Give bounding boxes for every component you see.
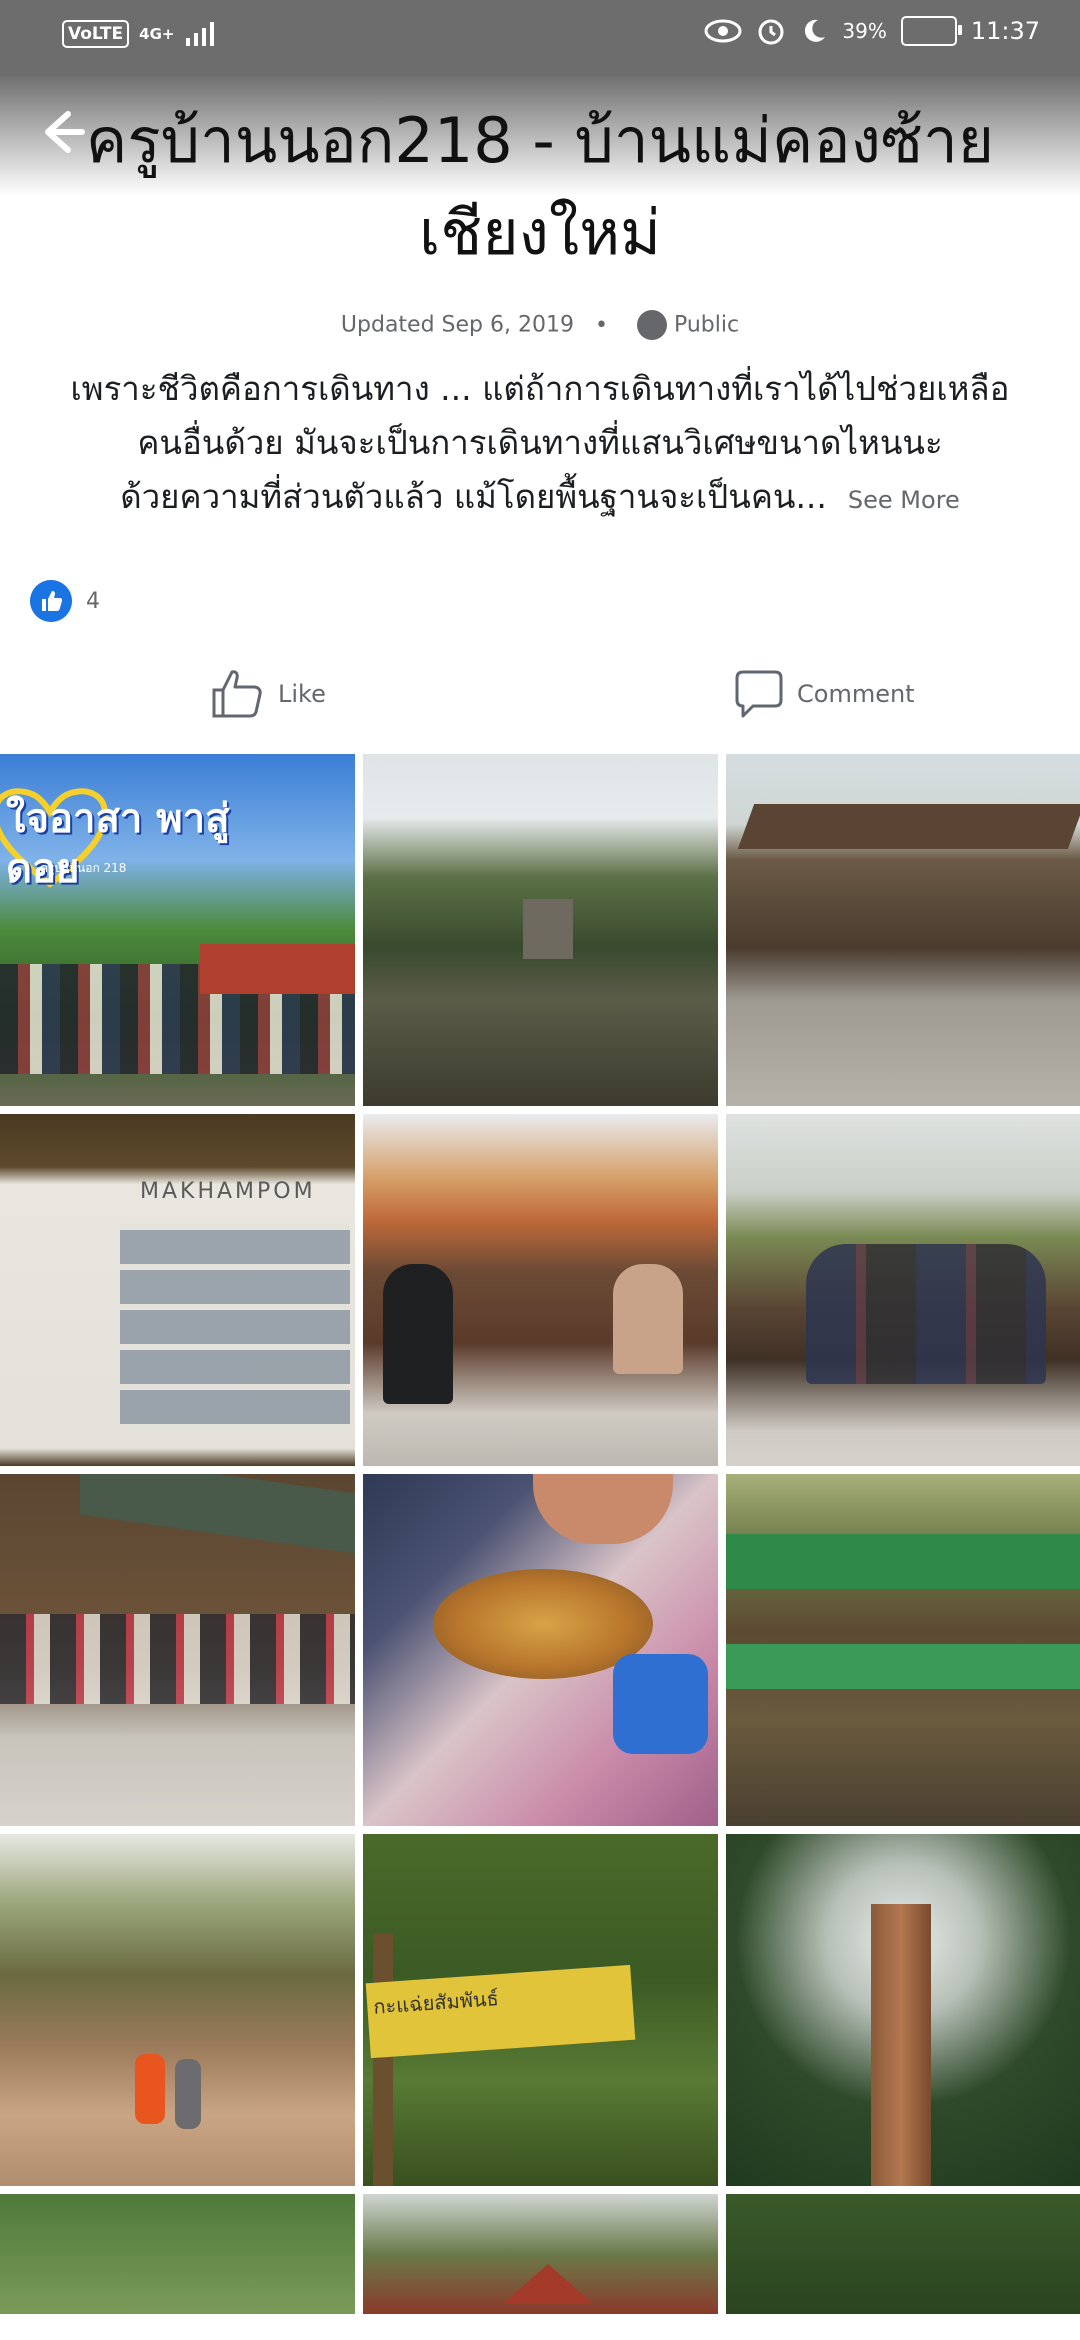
blue-cup	[613, 1654, 708, 1754]
description-line2: คนอื่นด้วย มันจะเป็นการเดินทางที่แสนวิเศ…	[137, 423, 943, 462]
photo-village-sign[interactable]	[726, 1474, 1080, 1826]
signal-label: 4G+	[139, 25, 175, 43]
album-description: เพราะชีวิตคือการเดินทาง ... แต่ถ้าการเดิ…	[30, 362, 1050, 527]
wooden-posts	[373, 1934, 393, 2186]
board-title: MAKHAMPOM	[140, 1179, 316, 1204]
action-bar: Like Comment	[0, 668, 1080, 728]
reactions-summary[interactable]: 4	[30, 580, 100, 622]
album-title-line1: ครูบ้านนอก218 - บ้านแม่คองซ้าย	[85, 104, 995, 177]
clock: 11:37	[970, 17, 1040, 45]
person-right	[613, 1264, 683, 1374]
status-bar: VoLTE 4G+ 39% 11:37	[0, 0, 1080, 76]
like-count: 4	[86, 588, 100, 614]
photo-hut[interactable]	[363, 2194, 718, 2314]
comment-label: Comment	[797, 680, 915, 708]
hand	[533, 1474, 673, 1544]
globe-icon	[636, 310, 667, 340]
sitting-people	[0, 1614, 355, 1704]
see-more-link[interactable]: See More	[848, 486, 960, 514]
album-meta: Updated Sep 6, 2019 • Public	[0, 310, 1080, 340]
moon-icon	[805, 19, 826, 42]
volte-indicator: VoLTE	[62, 20, 130, 48]
comment-bubble-icon	[735, 670, 783, 718]
battery-percent: 39%	[842, 19, 887, 43]
thumbs-up-icon	[212, 670, 262, 718]
photo-hall-floor[interactable]	[0, 1474, 355, 1826]
photo-info-board[interactable]: MAKHAMPOM	[0, 1114, 355, 1466]
yellow-sign-text: กะแฉ่ยสัมพันธ์	[365, 1964, 636, 2059]
photo-grid: ใจอาสา พาสู่ดอย ครูบ้านนอก 218 MAKHAMPOM	[0, 754, 1080, 2314]
photo-pond[interactable]	[363, 754, 718, 1106]
like-label: Like	[278, 680, 326, 708]
battery-icon	[900, 16, 962, 46]
photo-wooden-pavilion[interactable]	[726, 754, 1080, 1106]
pond-house	[523, 899, 573, 959]
board-photos	[120, 1224, 350, 1424]
signal-icon	[186, 22, 215, 46]
alarm-icon	[758, 19, 784, 45]
photo-forest-walk[interactable]	[0, 1834, 355, 2186]
eye-icon	[704, 19, 742, 43]
description-line1: เพราะชีวิตคือการเดินทาง ... แต่ถ้าการเดิ…	[70, 369, 1010, 408]
photo-yellow-sign[interactable]: กะแฉ่ยสัมพันธ์	[363, 1834, 718, 2186]
green-sign-bottom	[726, 1644, 1080, 1689]
walker-orange	[135, 2054, 165, 2124]
tree-trunk	[871, 1904, 931, 2186]
photo-subcaption: ครูบ้านนอก 218	[40, 861, 127, 875]
photo-porch-group[interactable]	[726, 1114, 1080, 1466]
photo-group-volunteers[interactable]: ใจอาสา พาสู่ดอย ครูบ้านนอก 218	[0, 754, 355, 1106]
photo-tall-tree[interactable]	[726, 1834, 1080, 2186]
walker-grey	[175, 2059, 201, 2129]
photo-porch-sitting[interactable]	[363, 1114, 718, 1466]
photo-caption: ใจอาสา พาสู่ดอย	[6, 796, 230, 892]
album-title-line2: เชียงใหม่	[419, 196, 661, 269]
photo-trees-sky[interactable]	[0, 2194, 355, 2314]
privacy-label: Public	[673, 312, 740, 338]
album-title: ครูบ้านนอก218 - บ้านแม่คองซ้าย เชียงใหม่	[40, 95, 1040, 279]
like-button[interactable]: Like	[210, 668, 326, 720]
person-left	[383, 1264, 453, 1404]
comment-button[interactable]: Comment	[733, 668, 915, 720]
hall-roof	[80, 1474, 355, 1554]
hut-roof	[503, 2264, 593, 2304]
like-reaction-icon	[30, 580, 72, 622]
photo-noodle-bowl[interactable]	[363, 1474, 718, 1826]
green-sign-top	[726, 1534, 1080, 1589]
red-roof	[200, 944, 355, 994]
photo-dense-forest[interactable]	[726, 2194, 1080, 2314]
description-line3: ด้วยความที่ส่วนตัวแล้ว แม้โดยพื้นฐานจะเป…	[120, 477, 827, 516]
updated-date: Updated Sep 6, 2019	[340, 312, 574, 338]
pavilion-roof	[737, 804, 1080, 849]
group-people	[806, 1244, 1046, 1384]
